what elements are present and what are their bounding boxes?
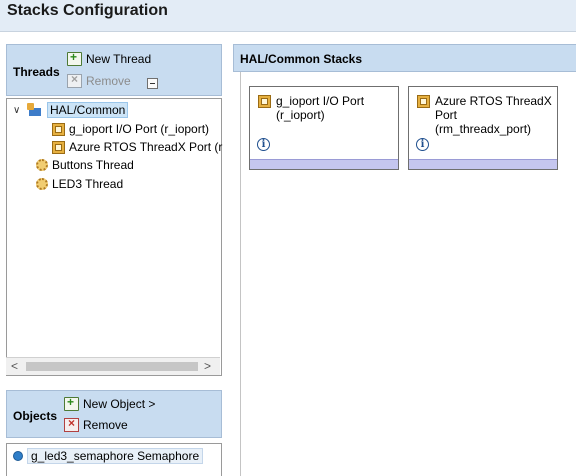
objects-list[interactable]: g_led3_semaphore Semaphore bbox=[6, 443, 222, 476]
tree-item-label: HAL/Common bbox=[47, 102, 129, 118]
scroll-right-arrow[interactable]: > bbox=[204, 359, 211, 373]
gear-icon bbox=[36, 159, 48, 171]
module-icon bbox=[257, 94, 271, 108]
tree-item-buttons-thread[interactable]: Buttons Thread bbox=[36, 156, 134, 174]
remove-thread-label: Remove bbox=[86, 74, 131, 88]
info-icon[interactable]: i bbox=[257, 138, 270, 151]
list-item[interactable]: g_led3_semaphore Semaphore bbox=[13, 448, 204, 464]
threads-label: Threads bbox=[13, 65, 60, 79]
gear-icon bbox=[36, 178, 48, 190]
new-object-label: New Object > bbox=[83, 397, 156, 411]
new-object-icon bbox=[64, 395, 79, 411]
tree-item-ioport[interactable]: g_ioport I/O Port (r_ioport) bbox=[51, 120, 209, 138]
new-thread-label: New Thread bbox=[86, 52, 152, 66]
objects-label: Objects bbox=[13, 409, 58, 423]
semaphore-icon bbox=[13, 451, 23, 461]
title-bar: Stacks Configuration bbox=[0, 0, 576, 32]
hal-icon bbox=[27, 103, 43, 117]
module-icon bbox=[51, 140, 65, 154]
tree-horizontal-scrollbar[interactable]: < > bbox=[6, 357, 220, 375]
tree-item-led3-thread[interactable]: LED3 Thread bbox=[36, 175, 123, 193]
new-object-button[interactable]: New Object > bbox=[64, 395, 156, 411]
stack-card-title: g_ioport I/O Port (r_ioport) bbox=[276, 94, 365, 122]
tree-item-threadx-port[interactable]: Azure RTOS ThreadX Port (r bbox=[51, 138, 222, 156]
module-icon bbox=[51, 122, 65, 136]
tree-item-label: Buttons Thread bbox=[52, 158, 134, 172]
remove-object-icon bbox=[64, 416, 79, 432]
info-icon[interactable]: i bbox=[416, 138, 429, 151]
remove-icon bbox=[67, 72, 82, 88]
scroll-left-arrow[interactable]: < bbox=[11, 359, 18, 373]
collapse-all-button[interactable] bbox=[147, 78, 158, 89]
stack-card-band bbox=[250, 159, 398, 169]
object-label: g_led3_semaphore Semaphore bbox=[27, 448, 204, 464]
stack-card-ioport[interactable]: g_ioport I/O Port (r_ioport) i bbox=[249, 86, 399, 170]
stack-card-title: Azure RTOS ThreadX Port (rm_threadx_port… bbox=[435, 94, 552, 136]
objects-toolbar: Objects New Object > Remove bbox=[6, 390, 222, 438]
scroll-thumb[interactable] bbox=[26, 362, 198, 371]
page-title: Stacks Configuration bbox=[7, 2, 168, 19]
stacks-header: HAL/Common Stacks bbox=[233, 44, 576, 72]
remove-thread-button[interactable]: Remove bbox=[67, 72, 131, 88]
threads-tree[interactable]: ∨ HAL/Common g_ioport I/O Port (r_ioport… bbox=[6, 98, 222, 376]
tree-item-label: Azure RTOS ThreadX Port (r bbox=[69, 140, 223, 154]
tree-item-label: LED3 Thread bbox=[52, 177, 124, 191]
new-thread-icon bbox=[67, 50, 82, 66]
remove-object-label: Remove bbox=[83, 418, 128, 432]
tree-item-label: g_ioport I/O Port (r_ioport) bbox=[69, 122, 210, 136]
stack-card-threadx-port[interactable]: Azure RTOS ThreadX Port (rm_threadx_port… bbox=[408, 86, 558, 170]
threads-toolbar: Threads New Thread Remove bbox=[6, 44, 222, 96]
remove-object-button[interactable]: Remove bbox=[64, 416, 128, 432]
stacks-title: HAL/Common Stacks bbox=[240, 52, 363, 66]
tree-item-hal-common[interactable]: ∨ HAL/Common bbox=[13, 101, 129, 119]
stack-card-band bbox=[409, 159, 557, 169]
new-thread-button[interactable]: New Thread bbox=[67, 50, 152, 66]
module-icon bbox=[416, 94, 430, 108]
chevron-down-icon[interactable]: ∨ bbox=[13, 105, 23, 116]
